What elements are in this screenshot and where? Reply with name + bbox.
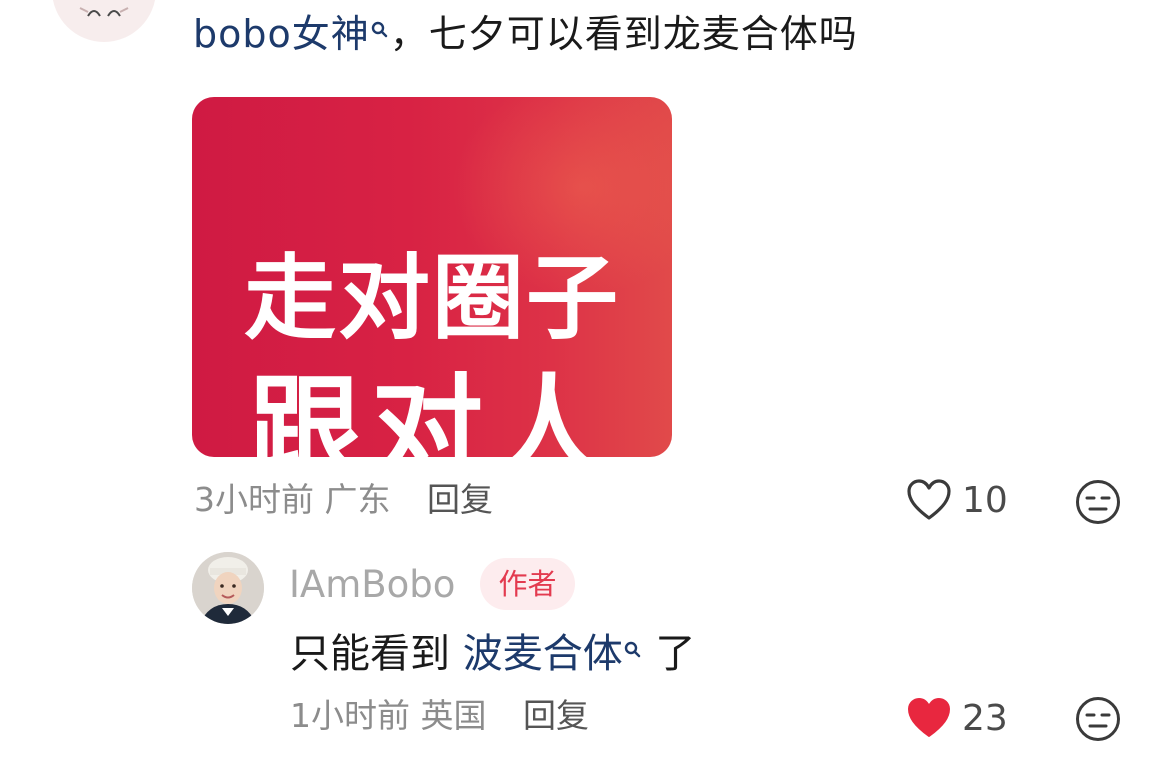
reply-body-after: 了 [642, 631, 696, 677]
comment-time-location: 3小时前 广东 [194, 480, 391, 519]
mention-link[interactable]: bobo女神 [193, 12, 390, 56]
reply-meta: 1小时前 英国 回复 [290, 694, 589, 738]
search-icon [370, 10, 390, 40]
comment-like-count: 10 [962, 479, 1008, 521]
comment-body: ，七夕可以看到龙麦合体吗 [389, 12, 858, 56]
comment-text: bobo女神 ，七夕可以看到龙麦合体吗 [193, 8, 858, 60]
comment-reply-button[interactable]: 回复 [427, 480, 493, 519]
reply-like-count: 23 [962, 697, 1008, 739]
reply-text: 只能看到 波麦合体 了 [290, 628, 695, 680]
reply-time-location: 1小时前 英国 [290, 696, 487, 735]
search-icon [623, 630, 643, 660]
neutral-face-icon [1076, 480, 1120, 524]
sticker-text-line1: 走对圈子 [243, 245, 620, 352]
commenter-avatar[interactable] [52, 0, 156, 42]
sticker-text-line2: 跟对人 [249, 364, 615, 457]
reply-reply-button[interactable]: 回复 [523, 696, 589, 735]
sticker-image[interactable]: 走对圈子 跟对人 [192, 97, 672, 457]
reply-body-before: 只能看到 [290, 631, 463, 677]
reply-mention-link[interactable]: 波麦合体 [463, 631, 643, 677]
author-badge: 作者 [480, 558, 575, 610]
comment-meta: 3小时前 广东 回复 [194, 478, 493, 522]
comment-emoji-button[interactable] [1075, 479, 1121, 529]
comment-like-button[interactable]: 10 [906, 478, 1008, 522]
reply-username[interactable]: IAmBobo [289, 562, 455, 608]
reply-like-button[interactable]: 23 [906, 696, 1008, 740]
reply-avatar[interactable] [192, 552, 264, 624]
neutral-face-icon [1076, 697, 1120, 741]
heart-filled-icon [908, 698, 950, 737]
reply-emoji-button[interactable] [1075, 696, 1121, 746]
heart-outline-icon [907, 479, 951, 520]
